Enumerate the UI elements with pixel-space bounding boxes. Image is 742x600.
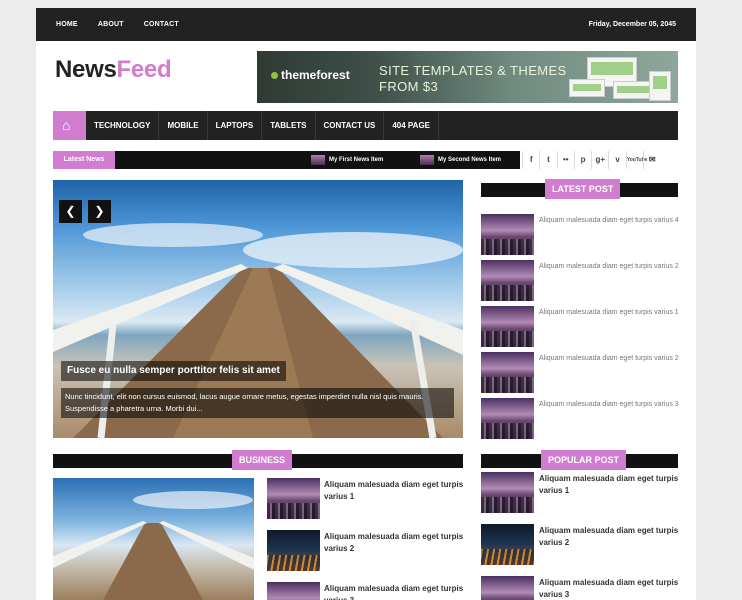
business-title: BUSINESS [232,450,293,470]
news-ticker: Latest News My First News Item My Second… [53,151,520,169]
post-thumbnail[interactable] [481,214,534,255]
post-thumbnail[interactable] [481,524,534,565]
email-icon[interactable]: ✉ [643,151,660,169]
top-nav-home[interactable]: HOME [56,21,78,28]
popular-post-title: POPULAR POST [541,450,627,470]
post-thumbnail[interactable] [481,306,534,347]
ad-price: FROM $3 [379,79,439,94]
post-thumbnail[interactable] [481,398,534,439]
post-thumbnail[interactable] [481,576,534,600]
popular-post-link[interactable]: Aliquam malesuada diam eget turpis variu… [539,473,679,497]
nav-item-tablets[interactable]: TABLETS [262,111,316,140]
page: HOME ABOUT CONTACT Friday, December 05, … [36,8,696,600]
ad-device-image [569,79,605,97]
ticker-thumb [311,155,325,165]
slide-description: Nunc tincidunt, elit non cursus euismod,… [61,388,454,418]
latest-post-header: LATEST POST [481,179,678,199]
slider-next-button[interactable]: ❯ [88,200,111,223]
top-nav-about[interactable]: ABOUT [98,21,124,28]
post-thumbnail[interactable] [481,352,534,393]
ad-banner[interactable]: themeforest SITE TEMPLATES & THEMES FROM… [257,51,678,103]
latest-post-link[interactable]: Aliquam malesuada diam eget turpis variu… [539,215,679,226]
logo-part-news: News [55,56,117,83]
site-logo[interactable]: NewsFeed [55,56,172,84]
social-icons: f t •• p g+ v YouTube ✉ [522,151,678,169]
top-nav-contact[interactable]: CONTACT [144,21,179,28]
ticker-label: Latest News [53,151,115,169]
twitter-icon[interactable]: t [539,151,556,169]
business-header: BUSINESS [53,450,463,470]
ad-device-image [613,81,653,99]
ad-headline: SITE TEMPLATES & THEMES [379,63,567,78]
flickr-icon[interactable]: •• [556,151,574,169]
facebook-icon[interactable]: f [522,151,539,169]
post-thumbnail[interactable] [481,260,534,301]
nav-item-404-page[interactable]: 404 PAGE [384,111,440,140]
latest-post-link[interactable]: Aliquam malesuada diam eget turpis variu… [539,353,679,364]
nav-item-mobile[interactable]: MOBILE [159,111,208,140]
business-post-link[interactable]: Aliquam malesuada diam eget turpis variu… [324,479,464,503]
business-post-link[interactable]: Aliquam malesuada diam eget turpis variu… [324,531,464,555]
latest-post-link[interactable]: Aliquam malesuada diam eget turpis variu… [539,261,679,272]
top-nav: HOME ABOUT CONTACT [56,8,179,41]
slider-prev-button[interactable]: ❮ [59,200,82,223]
popular-post-link[interactable]: Aliquam malesuada diam eget turpis variu… [539,525,679,549]
post-thumbnail[interactable] [267,478,320,519]
slide-caption[interactable]: Fusce eu nulla semper porttitor felis si… [61,361,286,381]
business-featured-image[interactable] [53,478,254,600]
leaf-icon [271,72,278,79]
chevron-left-icon: ❮ [65,204,76,218]
vimeo-icon[interactable]: v [608,151,625,169]
top-bar: HOME ABOUT CONTACT Friday, December 05, … [36,8,696,41]
pinterest-icon[interactable]: p [573,151,591,169]
featured-slider[interactable]: ❮ ❯ Fusce eu nulla semper porttitor feli… [53,180,463,438]
latest-post-title: LATEST POST [545,179,621,199]
nav-item-technology[interactable]: TECHNOLOGY [86,111,160,140]
business-post-link[interactable]: Aliquam malesuada diam eget turpis variu… [324,583,464,600]
nav-item-laptops[interactable]: LAPTOPS [208,111,263,140]
ad-brand: themeforest [271,68,350,82]
popular-post-link[interactable]: Aliquam malesuada diam eget turpis variu… [539,577,679,600]
latest-post-link[interactable]: Aliquam malesuada diam eget turpis variu… [539,399,679,410]
latest-post-link[interactable]: Aliquam malesuada diam eget turpis variu… [539,307,679,318]
ticker-thumb [420,155,434,165]
ticker-item[interactable]: My Second News Item [420,151,501,169]
post-thumbnail[interactable] [267,530,320,571]
home-icon: ⌂ [62,117,71,133]
popular-post-header: POPULAR POST [481,450,678,470]
logo-part-feed: Feed [116,56,172,83]
home-button[interactable]: ⌂ [53,111,86,140]
ticker-item[interactable]: My First News Item [311,151,383,169]
post-thumbnail[interactable] [481,472,534,513]
date-display: Friday, December 05, 2045 [588,21,676,28]
post-thumbnail[interactable] [267,582,320,600]
google-plus-icon[interactable]: g+ [591,151,608,169]
youtube-icon[interactable]: YouTube [625,151,647,169]
nav-item-contact-us[interactable]: CONTACT US [316,111,385,140]
main-nav: ⌂ TECHNOLOGY MOBILE LAPTOPS TABLETS CONT… [53,111,678,140]
chevron-right-icon: ❯ [94,204,105,218]
ad-device-image [649,71,671,101]
